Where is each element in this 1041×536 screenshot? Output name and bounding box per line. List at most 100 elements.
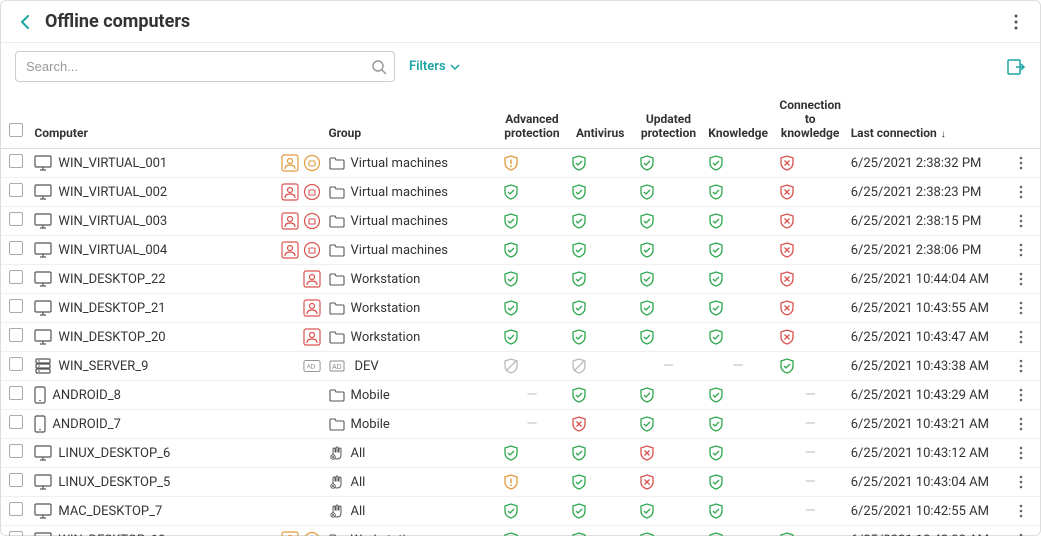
row-menu-button[interactable] [1019, 156, 1036, 170]
status-knowledge [703, 410, 774, 439]
table-row[interactable]: ANDROID_8 Mobile — — 6/25/2021 10:43:29 … [1, 381, 1040, 410]
back-button[interactable] [15, 12, 35, 32]
col-knowledge[interactable]: Knowledge [703, 90, 774, 149]
export-button[interactable] [1006, 57, 1026, 77]
col-antivirus[interactable]: Antivirus [566, 90, 634, 149]
computer-name: WIN_DESKTOP_21 [58, 301, 296, 316]
row-checkbox[interactable] [9, 212, 23, 226]
col-connection[interactable]: Connection to knowledge [774, 90, 847, 149]
row-checkbox[interactable] [9, 183, 23, 197]
table-row[interactable]: ANDROID_7 Mobile — — 6/25/2021 10:43:21 … [1, 410, 1040, 439]
table-row[interactable]: WIN_DESKTOP_22 Workstation 6/25/2021 10:… [1, 265, 1040, 294]
row-checkbox[interactable] [9, 357, 23, 371]
row-checkbox[interactable] [9, 444, 23, 458]
status-connection [774, 178, 847, 207]
row-menu-button[interactable] [1019, 185, 1036, 199]
table-row[interactable]: WIN_DESKTOP_20 Workstation 6/25/2021 10:… [1, 323, 1040, 352]
row-menu-button[interactable] [1019, 446, 1036, 460]
group-name: Virtual machines [351, 156, 448, 171]
table-row[interactable]: WIN_DESKTOP_21 Workstation 6/25/2021 10:… [1, 294, 1040, 323]
group-icon [329, 272, 345, 286]
status-knowledge [703, 236, 774, 265]
status-advanced [498, 323, 566, 352]
row-checkbox[interactable] [9, 502, 23, 516]
row-menu-button[interactable] [1019, 272, 1036, 286]
last-connection: 6/25/2021 10:42:55 AM [847, 497, 1015, 526]
table-row[interactable]: WIN_VIRTUAL_004 Virtual machines 6/25/20… [1, 236, 1040, 265]
table-row[interactable]: WIN_VIRTUAL_003 Virtual machines 6/25/20… [1, 207, 1040, 236]
row-menu-button[interactable] [1019, 388, 1036, 402]
status-updated [634, 381, 702, 410]
status-advanced [498, 352, 566, 381]
row-menu-button[interactable] [1019, 417, 1036, 431]
row-menu-button[interactable] [1019, 214, 1036, 228]
status-updated [634, 323, 702, 352]
row-checkbox[interactable] [9, 270, 23, 284]
row-checkbox[interactable] [9, 328, 23, 342]
row-menu-button[interactable] [1019, 359, 1036, 373]
row-checkbox[interactable] [9, 415, 23, 429]
col-group[interactable]: Group [325, 90, 498, 149]
col-updated[interactable]: Updated protection [634, 90, 702, 149]
status-antivirus [566, 265, 634, 294]
row-checkbox[interactable] [9, 241, 23, 255]
status-connection [774, 207, 847, 236]
status-connection [774, 352, 847, 381]
row-menu-button[interactable] [1019, 330, 1036, 344]
status-updated [634, 439, 702, 468]
row-checkbox[interactable] [9, 299, 23, 313]
device-icon [34, 242, 52, 258]
status-knowledge [703, 323, 774, 352]
header-menu-button[interactable] [1006, 12, 1026, 32]
row-checkbox[interactable] [9, 154, 23, 168]
col-advanced[interactable]: Advanced protection [498, 90, 566, 149]
computer-name: LINUX_DESKTOP_5 [58, 475, 314, 490]
svg-text:AD: AD [332, 364, 342, 371]
row-checkbox[interactable] [9, 531, 23, 536]
group-icon [329, 445, 345, 461]
status-antivirus [566, 497, 634, 526]
status-connection [774, 526, 847, 536]
status-antivirus [566, 381, 634, 410]
row-menu-button[interactable] [1019, 301, 1036, 315]
device-icon [34, 213, 52, 229]
computer-name: WIN_DESKTOP_20 [58, 330, 296, 345]
status-updated [634, 236, 702, 265]
computer-name: WIN_SERVER_9 [58, 359, 296, 374]
row-menu-button[interactable] [1019, 243, 1036, 257]
select-all-checkbox[interactable] [9, 123, 23, 137]
group-name: Workstation [351, 533, 421, 536]
status-advanced [498, 294, 566, 323]
status-knowledge [703, 149, 774, 178]
last-connection: 6/25/2021 10:43:12 AM [847, 439, 1015, 468]
status-knowledge [703, 439, 774, 468]
device-icon [34, 300, 52, 316]
table-row[interactable]: WIN_VIRTUAL_002 Virtual machines 6/25/20… [1, 178, 1040, 207]
device-icon [34, 386, 46, 404]
table-row[interactable]: WIN_DESKTOP_19 Workstation 6/25/2021 10:… [1, 526, 1040, 536]
row-menu-button[interactable] [1019, 475, 1036, 489]
table-row[interactable]: WIN_SERVER_9 AD AD DEV — — 6/25/2021 10:… [1, 352, 1040, 381]
search-input[interactable] [15, 51, 395, 82]
user-red-badge-icon [303, 299, 321, 317]
col-computer[interactable]: Computer [30, 90, 324, 149]
group-icon [329, 156, 345, 170]
status-connection: — [774, 410, 847, 439]
status-connection: — [774, 497, 847, 526]
filters-button[interactable]: Filters [409, 59, 460, 74]
table-row[interactable]: LINUX_DESKTOP_6 All — 6/25/2021 10:43:12… [1, 439, 1040, 468]
table-row[interactable]: MAC_DESKTOP_7 All — 6/25/2021 10:42:55 A… [1, 497, 1040, 526]
row-menu-button[interactable] [1019, 504, 1036, 518]
table-row[interactable]: LINUX_DESKTOP_5 All — 6/25/2021 10:43:04… [1, 468, 1040, 497]
device-icon [34, 358, 52, 374]
group-name: Workstation [351, 301, 421, 316]
group-icon [329, 243, 345, 257]
last-connection: 6/25/2021 10:42:38 AM [847, 526, 1015, 536]
user-red-badge-icon [303, 270, 321, 288]
table-row[interactable]: WIN_VIRTUAL_001 Virtual machines 6/25/20… [1, 149, 1040, 178]
col-last-connection[interactable]: Last connection↓ [847, 90, 1015, 149]
page-title: Offline computers [45, 11, 1006, 32]
row-checkbox[interactable] [9, 386, 23, 400]
device-icon [34, 329, 52, 345]
row-checkbox[interactable] [9, 473, 23, 487]
